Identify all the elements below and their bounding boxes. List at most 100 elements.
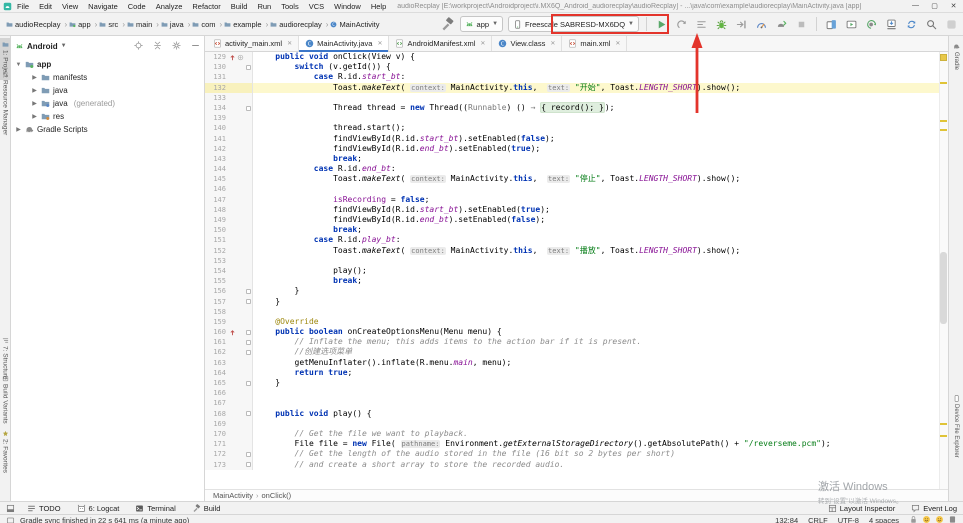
editor-gutter[interactable]: 133 <box>205 92 244 103</box>
code-line[interactable]: 156 } <box>205 286 948 297</box>
code-line[interactable]: 150 break; <box>205 225 948 236</box>
line-number[interactable]: 133 <box>205 93 229 103</box>
fold-column[interactable] <box>244 225 253 236</box>
breadcrumb-item[interactable]: src <box>99 20 118 29</box>
editor-gutter[interactable]: 147 <box>205 194 244 205</box>
warning-stripe-mark[interactable] <box>940 423 947 425</box>
tool-window-button-build[interactable]: Build <box>192 504 220 513</box>
tool-stripe-gradle[interactable]: Gradle <box>949 40 963 73</box>
warning-stripe-mark[interactable] <box>940 435 947 437</box>
tree-node-app[interactable]: ▼ app <box>11 58 204 71</box>
line-number[interactable]: 164 <box>205 368 229 378</box>
locate-button[interactable] <box>134 40 143 52</box>
code-line[interactable]: 130 switch (v.getId()) { <box>205 62 948 73</box>
reader-mode-button[interactable] <box>948 515 957 523</box>
editor-gutter[interactable]: 160 <box>205 327 244 338</box>
editor-gutter[interactable]: 173 <box>205 459 244 470</box>
fold-column[interactable] <box>244 388 253 399</box>
avatar-button[interactable] <box>944 16 959 32</box>
fold-column[interactable] <box>244 184 253 195</box>
code-line[interactable]: 164 return true; <box>205 367 948 378</box>
line-number[interactable]: 168 <box>205 409 229 419</box>
fold-column[interactable] <box>244 306 253 317</box>
menu-item-build[interactable]: Build <box>226 2 253 11</box>
code-line[interactable]: 149 findViewById(R.id.end_bt).setEnabled… <box>205 215 948 226</box>
menu-item-window[interactable]: Window <box>329 2 366 11</box>
tool-window-button-event-log[interactable]: Event Log <box>911 504 957 513</box>
tree-node-res[interactable]: ▶ res <box>11 110 204 123</box>
fold-marker-icon[interactable] <box>245 411 251 417</box>
line-number[interactable]: 153 <box>205 256 229 266</box>
smiley-button[interactable] <box>935 515 944 523</box>
fold-column[interactable] <box>244 286 253 297</box>
collapse-all-button[interactable] <box>153 41 162 52</box>
code-line[interactable]: 154 play(); <box>205 265 948 277</box>
fold-column[interactable] <box>244 459 253 470</box>
tab-activity-main-xml[interactable]: activity_main.xml ✕ <box>207 36 300 51</box>
editor-gutter[interactable]: 170 <box>205 428 244 440</box>
line-number[interactable]: 172 <box>205 449 229 459</box>
editor-gutter[interactable]: 165 <box>205 378 244 389</box>
line-number[interactable]: 170 <box>205 429 229 439</box>
close-icon[interactable]: ✕ <box>480 40 485 47</box>
chevron-collapsed-icon[interactable]: ▶ <box>31 100 38 107</box>
fold-column[interactable] <box>244 245 253 256</box>
avd-manager-button[interactable] <box>844 16 859 32</box>
line-number[interactable]: 132 <box>205 82 229 93</box>
editor-gutter[interactable]: 159 <box>205 316 244 328</box>
line-number[interactable]: 134 <box>205 103 229 113</box>
smiley-button[interactable] <box>922 515 931 523</box>
tab-main-xml[interactable]: main.xml ✕ <box>562 36 628 51</box>
editor-gutter[interactable]: 156 <box>205 286 244 297</box>
code-editor[interactable]: 129 public void onClick(View v) {130 swi… <box>205 52 948 489</box>
warning-stripe-mark[interactable] <box>940 129 947 131</box>
breadcrumb-item[interactable]: com <box>192 20 216 29</box>
fold-marker-icon[interactable] <box>245 380 251 386</box>
close-icon[interactable]: ✕ <box>550 40 555 47</box>
editor-gutter[interactable]: 161 <box>205 337 244 348</box>
fold-column[interactable] <box>244 194 253 205</box>
code-line[interactable]: 152 Toast.makeText( context: MainActivit… <box>205 245 948 256</box>
warning-stripe-mark[interactable] <box>940 120 947 122</box>
code-line[interactable]: 157 } <box>205 296 948 307</box>
code-line[interactable]: 166 <box>205 388 948 399</box>
stop-button[interactable] <box>794 16 809 32</box>
fold-column[interactable] <box>244 235 253 246</box>
line-number[interactable]: 160 <box>205 327 229 337</box>
fold-column[interactable] <box>244 428 253 440</box>
line-number[interactable]: 167 <box>205 398 229 408</box>
chevron-collapsed-icon[interactable]: ▶ <box>15 126 22 133</box>
line-number[interactable]: 151 <box>205 235 229 245</box>
profiler-button[interactable] <box>754 16 769 32</box>
tool-window-switcher-icon[interactable] <box>6 504 15 513</box>
code-line[interactable]: 162 //创建选项菜单 <box>205 347 948 358</box>
close-button[interactable]: ✕ <box>944 2 963 10</box>
fold-column[interactable] <box>244 378 253 389</box>
editor-gutter[interactable]: 131 <box>205 72 244 83</box>
breadcrumb-item[interactable]: audiorecplay <box>270 20 322 29</box>
build-hammer-icon[interactable] <box>440 16 455 32</box>
line-number[interactable]: 141 <box>205 134 229 144</box>
fold-column[interactable] <box>244 408 253 419</box>
scrollbar-thumb[interactable] <box>940 252 947 324</box>
line-separator[interactable]: CRLF <box>808 516 828 523</box>
line-number[interactable]: 173 <box>205 460 229 470</box>
fold-column[interactable] <box>244 62 253 73</box>
chevron-collapsed-icon[interactable]: ▶ <box>31 74 38 81</box>
code-line[interactable]: 170 // Get the file we want to playback. <box>205 428 948 440</box>
editor-gutter[interactable]: 155 <box>205 276 244 287</box>
device-file-explorer-button[interactable] <box>824 16 839 32</box>
tool-window-button-6-logcat[interactable]: 6: Logcat <box>77 504 119 513</box>
fold-column[interactable] <box>244 276 253 287</box>
line-number[interactable]: 144 <box>205 164 229 174</box>
settings-gear-button[interactable] <box>172 40 181 52</box>
code-line[interactable]: 144 case R.id.end_bt: <box>205 164 948 175</box>
fold-column[interactable] <box>244 72 253 83</box>
search-everywhere-button[interactable] <box>924 16 939 32</box>
editor-gutter[interactable]: 168 <box>205 408 244 419</box>
code-line[interactable]: 131 case R.id.start_bt: <box>205 72 948 83</box>
editor-gutter[interactable]: 163 <box>205 357 244 368</box>
fold-column[interactable] <box>244 133 253 144</box>
line-number[interactable]: 154 <box>205 266 229 276</box>
lock-button[interactable] <box>909 515 918 523</box>
